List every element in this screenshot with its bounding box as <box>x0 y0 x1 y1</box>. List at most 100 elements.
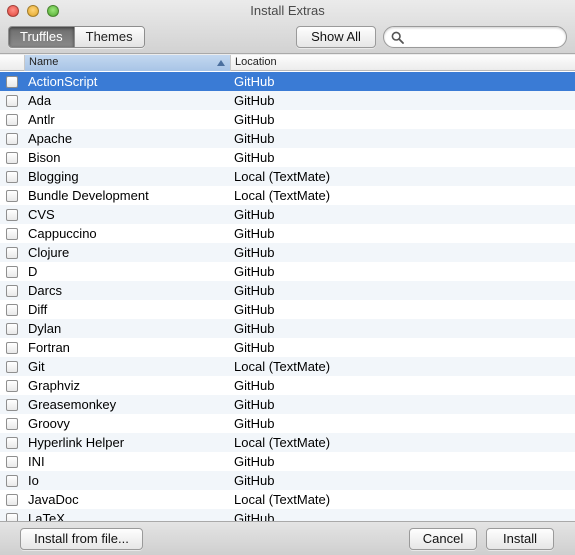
cell-location: GitHub <box>234 511 275 521</box>
cell-name: Ada <box>28 93 52 108</box>
cell-location: GitHub <box>234 397 275 412</box>
search-input[interactable] <box>408 29 558 45</box>
cell-location: Local (TextMate) <box>234 359 331 374</box>
cell-location: GitHub <box>234 416 275 431</box>
row-checkbox[interactable] <box>6 418 18 430</box>
row-checkbox[interactable] <box>6 114 18 126</box>
cell-name: Blogging <box>28 169 79 184</box>
install-from-file-button[interactable]: Install from file... <box>20 528 143 550</box>
table-row[interactable]: Bundle Development Local (TextMate) <box>0 186 575 205</box>
row-checkbox[interactable] <box>6 209 18 221</box>
cell-name: Darcs <box>28 283 62 298</box>
column-header-checkbox[interactable] <box>0 55 25 71</box>
row-checkbox[interactable] <box>6 342 18 354</box>
row-checkbox[interactable] <box>6 494 18 506</box>
table-row[interactable]: Clojure GitHub <box>0 243 575 262</box>
table-row[interactable]: Io GitHub <box>0 471 575 490</box>
cell-name: Cappuccino <box>28 226 97 241</box>
search-icon <box>391 31 404 44</box>
tab-truffles[interactable]: Truffles <box>9 27 74 47</box>
row-checkbox[interactable] <box>6 171 18 183</box>
table-row[interactable]: Hyperlink Helper Local (TextMate) <box>0 433 575 452</box>
table-row[interactable]: JavaDoc Local (TextMate) <box>0 490 575 509</box>
cell-name: Bundle Development <box>28 188 149 203</box>
cancel-button[interactable]: Cancel <box>409 528 477 550</box>
cell-name: Git <box>28 359 45 374</box>
table-row[interactable]: Cappuccino GitHub <box>0 224 575 243</box>
row-checkbox[interactable] <box>6 437 18 449</box>
cell-name: Fortran <box>28 340 70 355</box>
cell-name: LaTeX <box>28 511 65 521</box>
table-row[interactable]: Dylan GitHub <box>0 319 575 338</box>
row-checkbox[interactable] <box>6 399 18 411</box>
table-row[interactable]: Fortran GitHub <box>0 338 575 357</box>
cell-name: D <box>28 264 38 279</box>
cell-name: INI <box>28 454 45 469</box>
table-row[interactable]: INI GitHub <box>0 452 575 471</box>
cell-location: GitHub <box>234 473 275 488</box>
cell-location: GitHub <box>234 378 275 393</box>
table-header: Name Location <box>0 55 575 71</box>
row-checkbox[interactable] <box>6 152 18 164</box>
row-checkbox[interactable] <box>6 380 18 392</box>
row-checkbox[interactable] <box>6 190 18 202</box>
cell-name: Greasemonkey <box>28 397 117 412</box>
table-body: ActionScript GitHub Ada GitHub Antlr GitHub Ap… <box>0 72 575 521</box>
cell-location: Local (TextMate) <box>234 169 331 184</box>
table-row[interactable]: LaTeX GitHub <box>0 509 575 521</box>
cell-name: Antlr <box>28 112 55 127</box>
tab-themes[interactable]: Themes <box>74 27 144 47</box>
column-header-location[interactable]: Location <box>231 55 575 71</box>
cell-name: Dylan <box>28 321 62 336</box>
table-row[interactable]: Blogging Local (TextMate) <box>0 167 575 186</box>
row-checkbox[interactable] <box>6 228 18 240</box>
cell-location: GitHub <box>234 454 275 469</box>
row-checkbox[interactable] <box>6 456 18 468</box>
table-row[interactable]: Greasemonkey GitHub <box>0 395 575 414</box>
cell-name: Clojure <box>28 245 70 260</box>
table-row[interactable]: Groovy GitHub <box>0 414 575 433</box>
cell-location: GitHub <box>234 226 275 241</box>
install-extras-window: Install Extras Truffles Themes Show All … <box>0 0 575 555</box>
row-checkbox[interactable] <box>6 247 18 259</box>
cell-name: Diff <box>28 302 48 317</box>
table-row[interactable]: CVS GitHub <box>0 205 575 224</box>
cell-name: Bison <box>28 150 61 165</box>
show-all-button[interactable]: Show All <box>296 26 376 48</box>
cell-location: Local (TextMate) <box>234 188 331 203</box>
row-checkbox[interactable] <box>6 513 18 521</box>
table-row[interactable]: Graphviz GitHub <box>0 376 575 395</box>
table-row[interactable]: Ada GitHub <box>0 91 575 110</box>
table-row[interactable]: Bison GitHub <box>0 148 575 167</box>
search-field[interactable] <box>383 26 567 48</box>
cell-location: GitHub <box>234 112 275 127</box>
row-checkbox[interactable] <box>6 285 18 297</box>
table-row[interactable]: Darcs GitHub <box>0 281 575 300</box>
row-checkbox[interactable] <box>6 361 18 373</box>
row-checkbox[interactable] <box>6 76 18 88</box>
title-toolbar: Install Extras Truffles Themes Show All <box>0 0 575 54</box>
cell-name: Io <box>28 473 39 488</box>
cell-location: GitHub <box>234 245 275 260</box>
row-checkbox[interactable] <box>6 475 18 487</box>
table-row[interactable]: Git Local (TextMate) <box>0 357 575 376</box>
cell-name: Hyperlink Helper <box>28 435 125 450</box>
table-row[interactable]: Antlr GitHub <box>0 110 575 129</box>
table-row[interactable]: Apache GitHub <box>0 129 575 148</box>
row-checkbox[interactable] <box>6 133 18 145</box>
cell-location: GitHub <box>234 74 275 89</box>
cell-location: GitHub <box>234 150 275 165</box>
column-header-name[interactable]: Name <box>25 55 231 71</box>
table-row[interactable]: Diff GitHub <box>0 300 575 319</box>
row-checkbox[interactable] <box>6 304 18 316</box>
row-checkbox[interactable] <box>6 323 18 335</box>
cell-location: Local (TextMate) <box>234 435 331 450</box>
cell-name: Apache <box>28 131 73 146</box>
row-checkbox[interactable] <box>6 266 18 278</box>
install-button[interactable]: Install <box>486 528 554 550</box>
cell-location: GitHub <box>234 207 275 222</box>
table-row[interactable]: ActionScript GitHub <box>0 72 575 91</box>
table-row[interactable]: D GitHub <box>0 262 575 281</box>
row-checkbox[interactable] <box>6 95 18 107</box>
cell-name: Groovy <box>28 416 70 431</box>
